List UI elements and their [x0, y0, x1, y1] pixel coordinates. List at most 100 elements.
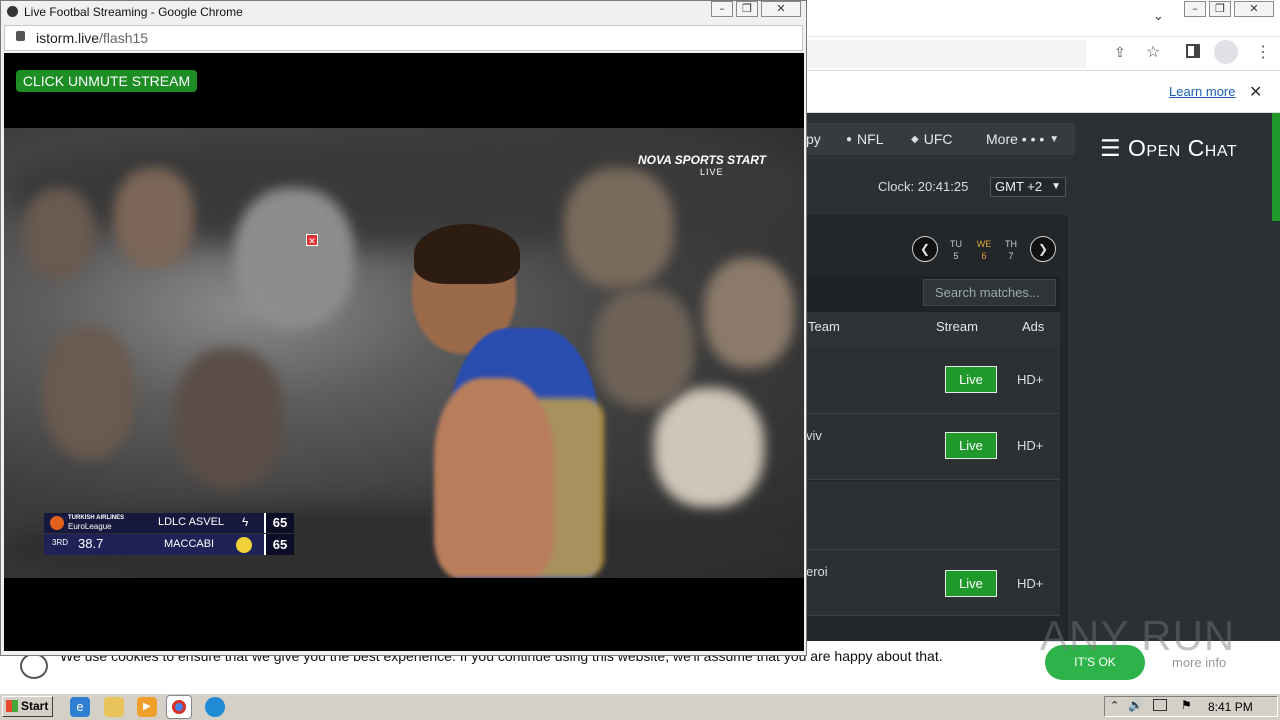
- timezone-value: GMT +2: [995, 179, 1043, 194]
- header-team: Team: [808, 319, 840, 334]
- edge-icon[interactable]: [205, 697, 225, 717]
- side-panel-icon[interactable]: [1186, 44, 1200, 58]
- crowd-blur: [564, 168, 674, 288]
- player-hair: [414, 224, 520, 284]
- euroleague-logo-icon: [50, 516, 64, 530]
- open-chat-button[interactable]: ☰ Open Chat: [1100, 135, 1237, 162]
- broadcaster-logo: NOVA SPORTS START: [638, 153, 767, 167]
- start-button[interactable]: Start: [2, 696, 53, 717]
- chrome-icon: [172, 700, 186, 714]
- crowd-blur: [174, 348, 284, 488]
- day-num: 6: [981, 251, 987, 261]
- search-input[interactable]: Search matches...: [923, 279, 1056, 306]
- league-text: EuroLeague: [68, 522, 112, 531]
- table-row[interactable]: eroi Live HD+: [806, 550, 1060, 616]
- maccabi-logo-icon: [236, 537, 252, 553]
- team1-score: 65: [264, 513, 294, 533]
- day-tu[interactable]: TU 5: [945, 238, 967, 262]
- tray-expand-icon[interactable]: ⌃: [1110, 699, 1119, 712]
- popup-minimize-button[interactable]: –: [711, 1, 733, 17]
- ads-label: HD+: [1017, 576, 1044, 591]
- team1-name: LDLC ASVEL: [158, 516, 225, 528]
- football-icon: ●: [846, 133, 853, 145]
- period-text: 3RD: [52, 538, 69, 547]
- header-ads: Ads: [1022, 319, 1045, 334]
- crowd-blur: [704, 258, 794, 368]
- taskbar: [0, 693, 1280, 720]
- bg-minimize-button[interactable]: –: [1184, 1, 1206, 17]
- team2-name: MACCABI: [164, 538, 215, 550]
- clock-readout: Clock: 20:41:25: [878, 179, 969, 194]
- unmute-stream-button[interactable]: CLICK UNMUTE STREAM: [16, 70, 197, 92]
- nav-item-partial[interactable]: py: [806, 131, 821, 147]
- learn-more-link[interactable]: Learn more: [1169, 84, 1235, 99]
- ads-label: HD+: [1017, 372, 1044, 387]
- chrome-taskbar-button[interactable]: [166, 695, 192, 719]
- start-label: Start: [21, 699, 49, 713]
- explorer-icon[interactable]: [104, 697, 124, 717]
- popup-url: istorm.live/flash15: [36, 30, 148, 46]
- crowd-blur: [594, 288, 694, 408]
- table-row[interactable]: Live HD+: [806, 348, 1060, 414]
- tray-clock[interactable]: 8:41 PM: [1208, 700, 1253, 714]
- team-name: eroi: [806, 564, 828, 579]
- day-th[interactable]: TH 7: [1000, 238, 1022, 262]
- caret-down-icon: ▼: [1049, 133, 1060, 145]
- asvel-logo-icon: ϟ: [242, 515, 249, 529]
- volume-icon[interactable]: 🔊: [1128, 698, 1143, 712]
- close-ad-icon[interactable]: ✕: [306, 234, 318, 246]
- team2-score: 65: [264, 534, 294, 555]
- bookmark-star-icon[interactable]: ☆: [1146, 42, 1160, 62]
- chevron-right-icon: ❯: [1037, 242, 1049, 256]
- chrome-menu-icon[interactable]: ⋮: [1255, 42, 1271, 62]
- background-omnibox[interactable]: [806, 40, 1086, 68]
- table-row[interactable]: [806, 481, 1060, 550]
- nav-item-ufc[interactable]: ◆ UFC: [911, 131, 952, 147]
- chevron-down-icon: ▼: [1051, 181, 1061, 192]
- scoreboard-row-2: 3RD 38.7 MACCABI 65: [44, 534, 294, 555]
- day-num: 7: [1008, 251, 1014, 261]
- crowd-blur: [654, 388, 764, 508]
- nav-item-nfl[interactable]: ● NFL: [846, 131, 884, 147]
- popup-title: Live Footbal Streaming - Google Chrome: [24, 5, 243, 19]
- game-clock: 38.7: [78, 536, 104, 551]
- crowd-blur: [24, 188, 94, 278]
- profile-avatar-icon[interactable]: [1214, 40, 1238, 64]
- anyrun-watermark: ANY RUN: [1040, 612, 1236, 659]
- nav-item-more[interactable]: More • • • ▼: [986, 131, 1059, 147]
- soccer-ball-icon: [5, 4, 20, 19]
- scrollbar-thumb[interactable]: [1272, 113, 1280, 221]
- lock-icon: [16, 31, 25, 41]
- url-path: /flash15: [99, 30, 149, 46]
- ie-icon[interactable]: e: [70, 697, 90, 717]
- live-button[interactable]: Live: [945, 570, 997, 597]
- next-day-button[interactable]: ❯: [1030, 236, 1056, 262]
- site-nav: py ● NFL ◆ UFC More • • • ▼: [806, 123, 1075, 155]
- live-button[interactable]: Live: [945, 366, 997, 393]
- live-button[interactable]: Live: [945, 432, 997, 459]
- video-frame[interactable]: [4, 128, 804, 578]
- bg-restore-button[interactable]: ❐: [1209, 1, 1231, 17]
- popup-close-button[interactable]: ✕: [761, 1, 801, 17]
- popup-restore-button[interactable]: ❐: [736, 1, 758, 17]
- tab-search-chevron-icon[interactable]: ⌄: [1153, 8, 1164, 24]
- header-stream: Stream: [936, 319, 978, 334]
- table-row[interactable]: viv Live HD+: [806, 414, 1060, 480]
- crowd-blur: [44, 328, 134, 458]
- prev-day-button[interactable]: ❮: [912, 236, 938, 262]
- day-num: 5: [953, 251, 959, 261]
- timezone-select[interactable]: GMT +2 ▼: [990, 177, 1066, 197]
- scoreboard-row-1: TURKISH AIRLINES EuroLeague LDLC ASVEL ϟ…: [44, 513, 294, 533]
- team-name: viv: [806, 428, 822, 443]
- infobar-close-icon[interactable]: ✕: [1249, 82, 1262, 102]
- day-we[interactable]: WE 6: [973, 238, 995, 262]
- url-domain: istorm.live: [36, 30, 100, 46]
- network-icon[interactable]: [1153, 699, 1167, 711]
- day-abbr: TU: [950, 239, 962, 249]
- sponsor-text: TURKISH AIRLINES: [68, 515, 125, 521]
- share-icon[interactable]: ⇪: [1114, 44, 1126, 61]
- media-player-icon[interactable]: ▶: [137, 697, 157, 717]
- crowd-blur: [114, 168, 194, 268]
- flag-icon[interactable]: ⚑: [1181, 698, 1192, 712]
- bg-close-button[interactable]: ✕: [1234, 1, 1274, 17]
